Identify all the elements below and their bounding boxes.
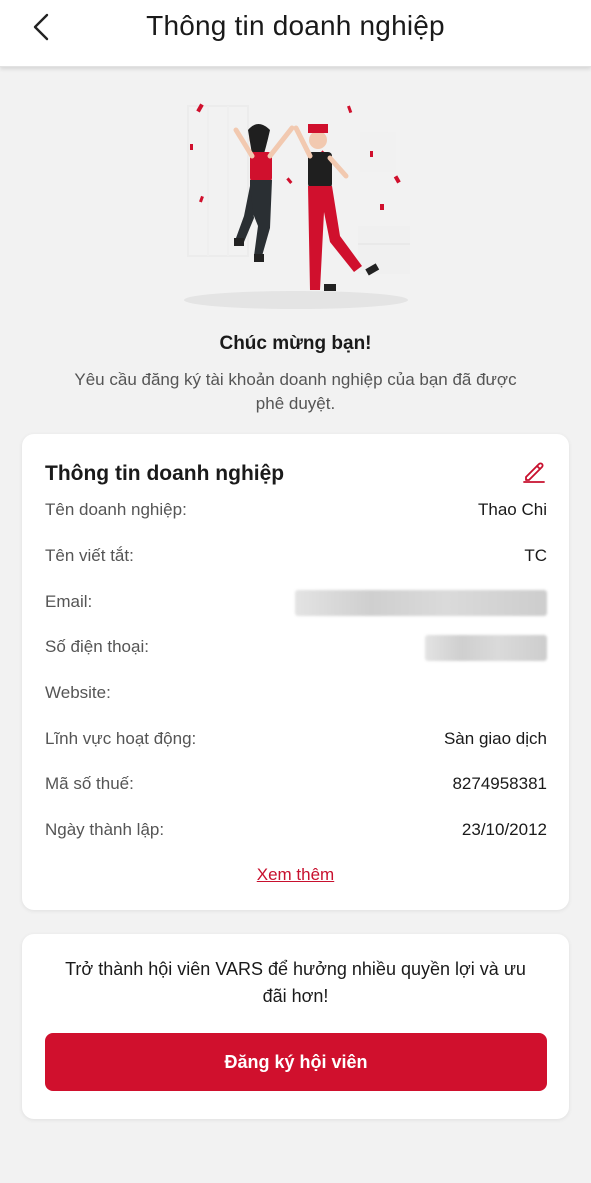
edit-button[interactable] [519, 456, 549, 486]
info-row-phone: Số điện thoại: [45, 635, 547, 661]
info-row-website: Website: [45, 683, 547, 707]
row-value: 23/10/2012 [461, 820, 547, 839]
row-label: Mã số thuế: [45, 774, 134, 793]
congrats-message: Yêu cầu đăng ký tài khoản doanh nghiệp c… [74, 370, 517, 413]
row-value: Sàn giao dịch [443, 729, 547, 748]
row-label: Email: [45, 592, 93, 611]
business-info-card: Thông tin doanh nghiệp Tên doanh nghiệp:… [22, 434, 569, 910]
see-more-link[interactable]: Xem thêm [22, 865, 569, 885]
info-row-tax-code: Mã số thuế: 8274958381 [45, 774, 547, 798]
info-row-name: Tên doanh nghiệp: Thao Chi [45, 500, 547, 524]
congrats-title: Chúc mừng bạn! [219, 333, 372, 354]
row-label: Tên doanh nghiệp: [45, 500, 187, 519]
row-label: Số điện thoại: [45, 637, 149, 656]
row-label: Lĩnh vực hoạt động: [45, 729, 197, 748]
info-row-short-name: Tên viết tắt: TC [45, 546, 547, 570]
pencil-icon [523, 462, 545, 483]
membership-message: Trở thành hội viên VARS để hưởng nhiều q… [65, 959, 526, 1006]
row-value: TC [524, 546, 547, 565]
redacted-phone [425, 635, 547, 661]
info-row-email: Email: [45, 590, 547, 616]
row-value: Thao Chi [478, 500, 547, 519]
row-label: Website: [45, 683, 111, 702]
card-title: Thông tin doanh nghiệp [45, 462, 285, 485]
celebration-illustration [170, 96, 422, 316]
membership-card: Trở thành hội viên VARS để hưởng nhiều q… [22, 934, 569, 1119]
info-row-founded-date: Ngày thành lập: 23/10/2012 [45, 820, 547, 844]
page-title: Thông tin doanh nghiệp [146, 10, 445, 41]
row-value: 8274958381 [452, 774, 547, 793]
redacted-email [295, 590, 547, 616]
register-member-button[interactable]: Đăng ký hội viên [45, 1033, 547, 1091]
app-header: Thông tin doanh nghiệp [0, 0, 591, 67]
row-label: Tên viết tắt: [45, 546, 134, 565]
info-row-field: Lĩnh vực hoạt động: Sàn giao dịch [45, 729, 547, 753]
row-label: Ngày thành lập: [45, 820, 165, 839]
